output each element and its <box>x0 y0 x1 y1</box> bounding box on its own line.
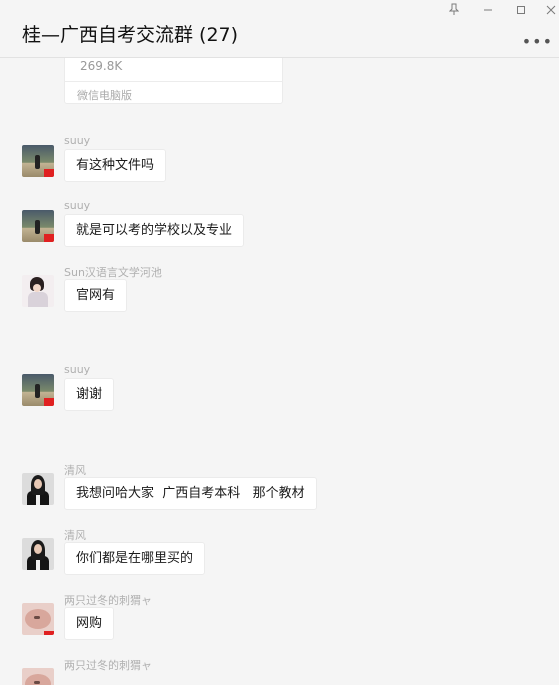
sender-name: 清风 <box>64 464 86 477</box>
sender-name: 清风 <box>64 529 86 542</box>
message-bubble[interactable]: 我想问哈大家 广西自考本科 那个教材 <box>64 477 317 510</box>
more-horizontal-icon[interactable]: ••• <box>522 32 553 51</box>
sender-name: Sun汉语言文学河池 <box>64 266 162 279</box>
message-bubble[interactable]: 官网有 <box>64 279 128 312</box>
sender-name: suuy <box>64 363 91 376</box>
sender-name: 两只过冬的刺猬ャ <box>64 594 152 607</box>
sender-name: suuy <box>64 134 91 147</box>
girl-avatar[interactable] <box>22 275 54 307</box>
file-size: 269.8K <box>80 59 123 73</box>
suit-woman-avatar[interactable] <box>22 538 54 570</box>
suit-woman-avatar[interactable] <box>22 473 54 505</box>
hedgehog-avatar[interactable] <box>22 668 54 685</box>
file-source-label: 微信电脑版 <box>77 89 132 102</box>
message-bubble[interactable]: 有这种文件吗 <box>64 149 167 182</box>
sender-name: suuy <box>64 199 91 212</box>
close-icon[interactable] <box>540 2 559 20</box>
message-bubble[interactable]: 网购 <box>64 607 115 640</box>
night-road-avatar[interactable] <box>22 145 54 177</box>
night-road-avatar[interactable] <box>22 210 54 242</box>
chat-title: 桂—广西自考交流群 (27) <box>22 24 239 46</box>
card-divider <box>65 81 282 82</box>
message-bubble[interactable]: 就是可以考的学校以及专业 <box>64 214 245 247</box>
hedgehog-avatar[interactable] <box>22 603 54 635</box>
minimize-icon[interactable] <box>477 2 499 20</box>
message-bubble[interactable]: 你们都是在哪里买的 <box>64 542 206 575</box>
message-list[interactable]: 269.8K 微信电脑版 suuy 有这种文件吗 suuy 就是可以考的学校以及… <box>0 58 559 685</box>
message-bubble[interactable]: 谢谢 <box>64 378 115 411</box>
title-bar: 桂—广西自考交流群 (27) ••• <box>0 0 559 58</box>
night-road-avatar[interactable] <box>22 374 54 406</box>
maximize-icon[interactable] <box>510 2 532 20</box>
sender-name: 两只过冬的刺猬ャ <box>64 659 152 672</box>
file-message-card[interactable]: 269.8K 微信电脑版 <box>64 58 283 104</box>
pin-icon[interactable] <box>443 2 465 20</box>
